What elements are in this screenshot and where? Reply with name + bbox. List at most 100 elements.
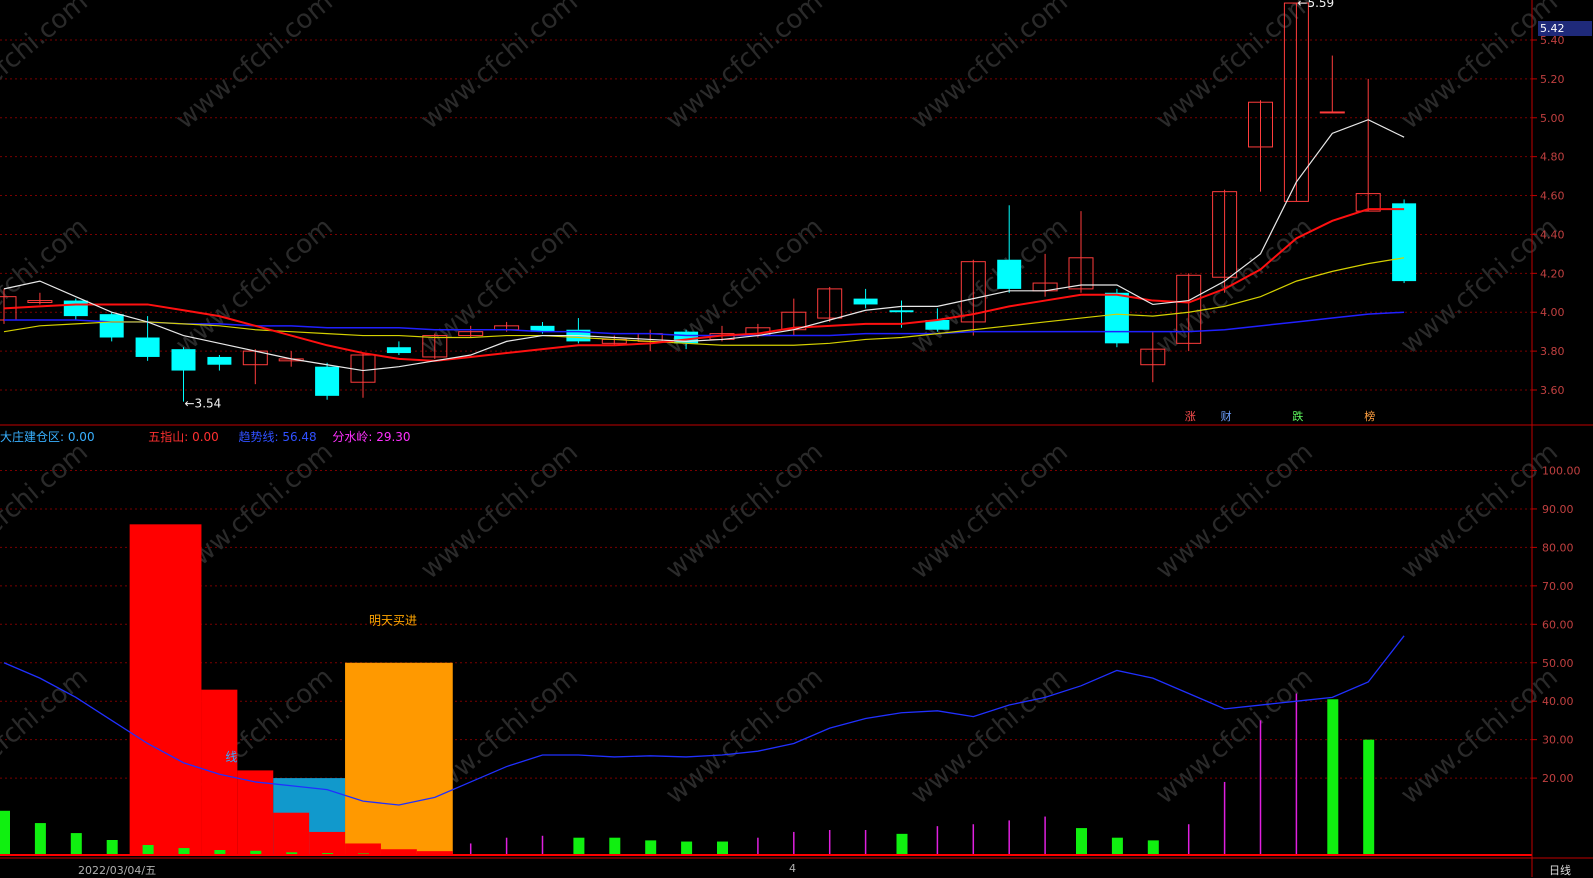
- indicator-green-bar: [609, 837, 621, 855]
- indicator-block: [309, 831, 346, 855]
- candle: [1104, 288, 1129, 348]
- indicator-green-bar: [645, 840, 657, 855]
- candle: [350, 353, 376, 398]
- price-tick-label: 3.60: [1540, 384, 1565, 397]
- signal-marker: 跌: [1292, 409, 1303, 423]
- indicator-block: [129, 524, 202, 855]
- price-tick-label: 4.20: [1540, 267, 1565, 280]
- indicator-green-bar: [717, 841, 728, 855]
- candle: [1319, 55, 1345, 114]
- indicator-tick-label: 30.00: [1542, 734, 1574, 747]
- indicator-green-bar: [178, 848, 190, 855]
- watermark-text: www.cfchi.com: [905, 662, 1074, 810]
- signal-marker: 涨: [1185, 410, 1196, 423]
- indicator-block: [273, 812, 310, 855]
- watermark-text: www.cfchi.com: [905, 0, 1074, 135]
- indicator-green-bar: [1147, 840, 1159, 855]
- indicator-green-bar: [681, 841, 693, 855]
- watermark-text: www.cfchi.com: [0, 662, 94, 810]
- signal-marker: 榜: [1364, 409, 1375, 423]
- watermark-text: www.cfchi.com: [415, 437, 584, 585]
- signal-marker: 财: [1221, 409, 1232, 423]
- candle: [1068, 211, 1094, 293]
- price-tick-label: 3.80: [1540, 345, 1565, 358]
- indicator-info-row: 大庄建仓区: 0.00 五指山: 0.00 趋势线: 56.48 分水岭: 29…: [0, 428, 411, 444]
- indicator-green-bar: [70, 833, 82, 855]
- indicator-green-bar: [1363, 739, 1375, 855]
- indicator-green-bar: [34, 823, 46, 855]
- indicator-tick-label: 80.00: [1542, 541, 1574, 554]
- candle-body: [997, 259, 1022, 289]
- candle-body: [315, 366, 340, 396]
- watermark-text: www.cfchi.com: [660, 662, 829, 810]
- price-tick-label: 4.40: [1540, 228, 1565, 241]
- indicator-green-bar: [896, 833, 908, 855]
- period-selector[interactable]: 日线: [1549, 862, 1571, 878]
- watermark-text: www.cfchi.com: [170, 0, 339, 135]
- price-tick-label: 4.80: [1540, 151, 1565, 164]
- candle-body: [63, 300, 88, 317]
- watermark-text: www.cfchi.com: [1150, 662, 1319, 810]
- watermark-text: www.cfchi.com: [1395, 662, 1564, 810]
- candle: [1248, 100, 1273, 192]
- candle-body: [853, 298, 878, 305]
- indicator-green-bar: [1111, 837, 1123, 855]
- watermark-text: www.cfchi.com: [1395, 437, 1564, 585]
- indicator-tick-label: 90.00: [1542, 503, 1574, 516]
- candle-body: [386, 347, 411, 354]
- price-axis: 5.405.205.004.804.604.404.204.003.803.60…: [1531, 0, 1581, 877]
- candle: [853, 288, 878, 309]
- candle: [1392, 199, 1417, 284]
- indicator-tick-label: 50.00: [1542, 657, 1574, 670]
- price-tick-label: 5.00: [1540, 112, 1565, 125]
- candle: [99, 312, 124, 342]
- candle: [207, 355, 232, 371]
- indicator-tick-label: 100.00: [1542, 465, 1581, 478]
- watermark-text: www.cfchi.com: [415, 0, 584, 135]
- candle: [386, 341, 411, 355]
- candle-body: [171, 349, 196, 371]
- candle-body: [1104, 292, 1129, 344]
- watermark-text: www.cfchi.com: [1150, 0, 1319, 135]
- month-tick: 4: [789, 862, 796, 875]
- indicator-label: 明天买进: [369, 613, 417, 627]
- last-price-badge: 5.42: [1538, 21, 1592, 36]
- indicator-tick-label: 70.00: [1542, 580, 1574, 593]
- indicator-block: [201, 689, 238, 855]
- indicator-info-accumulation: 大庄建仓区: 0.00: [0, 430, 95, 444]
- price-annotation: ←3.54: [185, 397, 222, 411]
- candle-body: [1319, 111, 1345, 114]
- candle-body: [207, 356, 232, 365]
- watermark-text: www.cfchi.com: [1150, 437, 1319, 585]
- candle: [1212, 189, 1238, 293]
- candle: [817, 286, 843, 322]
- candle: [171, 347, 196, 402]
- candle: [242, 349, 268, 385]
- indicator-block: [345, 662, 453, 855]
- indicator-green-bar: [573, 837, 585, 855]
- price-annotation: ←5.59: [1297, 0, 1334, 10]
- price-tick-label: 4.60: [1540, 190, 1565, 203]
- price-chart: ←3.54 ←5.59 涨 财 跌 榜: [0, 0, 1417, 423]
- candle: [27, 292, 53, 305]
- indicator-green-bar: [1327, 699, 1339, 855]
- indicator-info-watershed: 分水岭: 29.30: [332, 430, 411, 444]
- candle: [1355, 78, 1381, 212]
- indicator-info-trend: 趋势线: 56.48: [238, 430, 317, 444]
- watermark-text: www.cfchi.com: [660, 0, 829, 135]
- candle-body: [99, 314, 124, 338]
- candle: [315, 362, 340, 400]
- indicator-tick-label: 40.00: [1542, 695, 1574, 708]
- watermark-text: www.cfchi.com: [0, 437, 94, 585]
- indicator-green-bar: [0, 810, 10, 855]
- indicator-label: 线: [225, 750, 237, 764]
- candle-body: [1392, 203, 1417, 282]
- cursor-date: 2022/03/04/五: [78, 864, 157, 877]
- candle: [566, 318, 591, 344]
- price-tick-label: 4.00: [1540, 306, 1565, 319]
- watermark-text: www.cfchi.com: [905, 437, 1074, 585]
- indicator-green-bar: [142, 845, 154, 855]
- indicator-info-five-finger: 五指山: 0.00: [148, 430, 219, 444]
- watermark-text: www.cfchi.com: [660, 437, 829, 585]
- indicator-tick-label: 20.00: [1542, 772, 1574, 785]
